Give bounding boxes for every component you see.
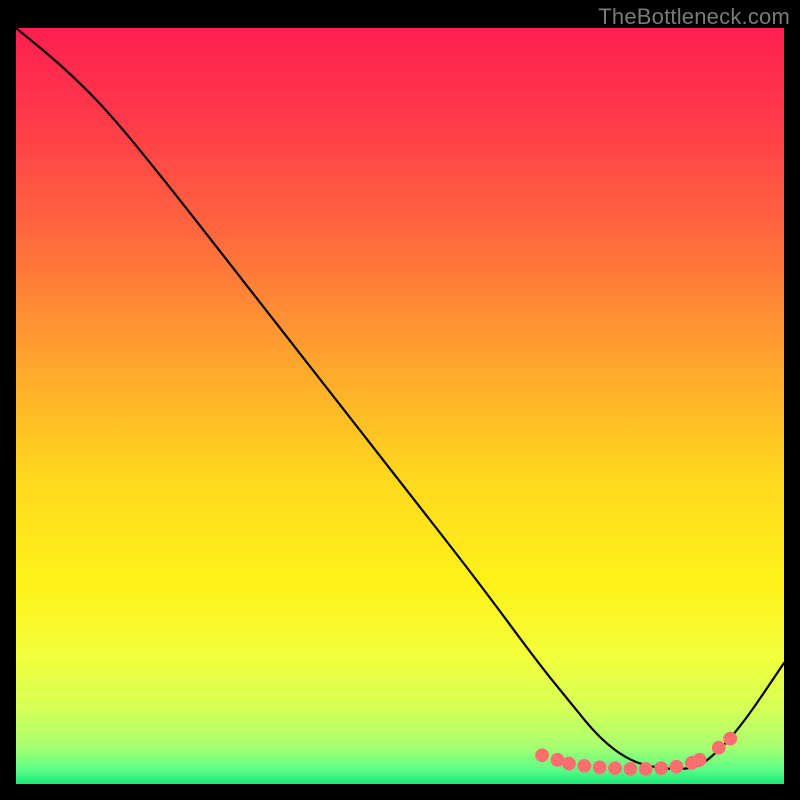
marker-dot xyxy=(593,760,607,774)
marker-dot xyxy=(577,759,591,773)
watermark-text: TheBottleneck.com xyxy=(598,4,790,30)
marker-dot xyxy=(693,753,707,767)
marker-dot xyxy=(608,761,622,775)
chart-frame: TheBottleneck.com xyxy=(0,0,800,800)
marker-dot xyxy=(670,760,684,774)
marker-dot xyxy=(654,761,668,775)
marker-dot xyxy=(535,748,549,762)
chart-svg xyxy=(16,28,784,784)
marker-dot xyxy=(562,757,576,771)
chart-background xyxy=(16,28,784,784)
marker-dot xyxy=(723,732,737,746)
marker-dot xyxy=(623,762,637,776)
marker-dot xyxy=(639,762,653,776)
chart-plot xyxy=(16,28,784,784)
marker-dot xyxy=(712,741,726,755)
